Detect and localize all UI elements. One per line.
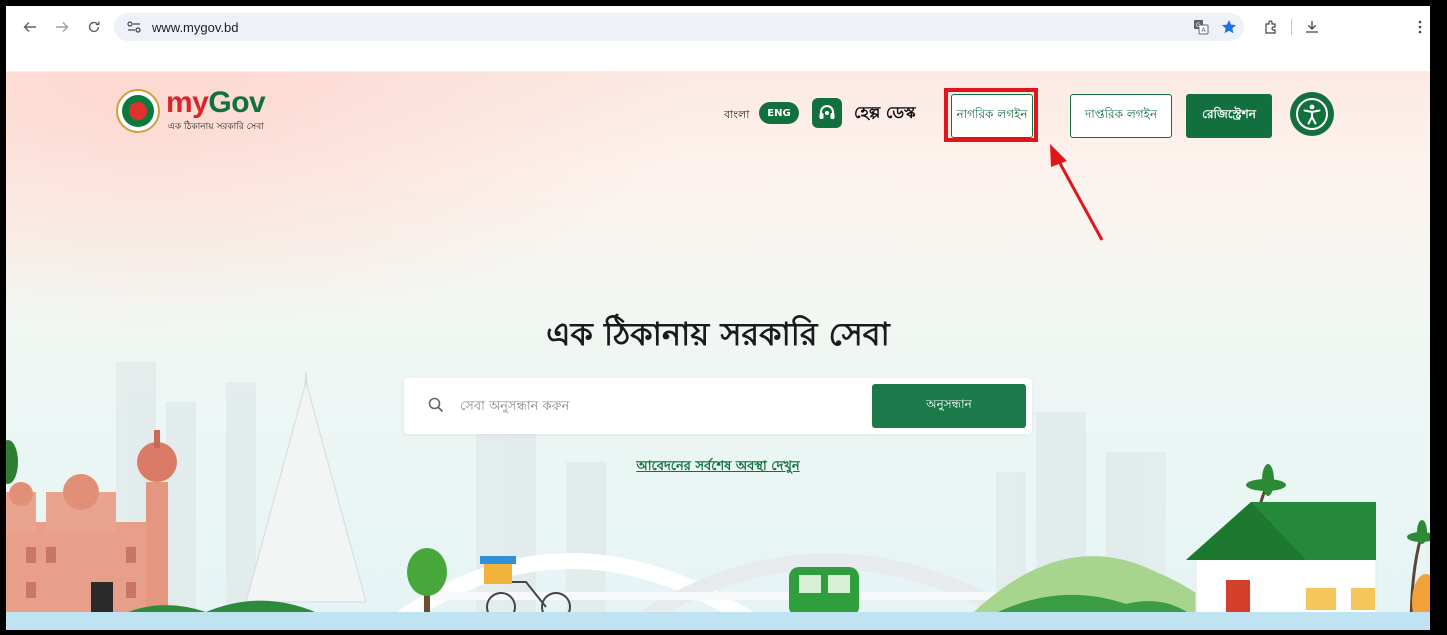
logo-wordmark: myGov bbox=[166, 86, 266, 119]
search-icon bbox=[428, 397, 446, 415]
extensions-icon[interactable] bbox=[1261, 15, 1281, 39]
annotation-highlight-box bbox=[944, 88, 1038, 142]
language-toggle[interactable]: বাংলা ENG bbox=[724, 102, 800, 124]
lang-bangla-label: বাংলা bbox=[724, 108, 750, 121]
address-bar[interactable]: www.mygov.bd bbox=[114, 13, 1244, 41]
government-seal-icon bbox=[116, 89, 160, 133]
toolbar-divider bbox=[1291, 19, 1292, 35]
help-desk-label: হেল্প ডেস্ক bbox=[854, 102, 916, 122]
bookmarks-spacer bbox=[6, 48, 1430, 72]
browser-toolbar: www.mygov.bd GA bbox=[6, 6, 1430, 48]
headset-icon bbox=[812, 98, 842, 128]
site-info-icon[interactable] bbox=[124, 21, 144, 33]
svg-text:G: G bbox=[1196, 22, 1201, 29]
browser-window: www.mygov.bd GA myGov এক ঠিকানায় সরকারি… bbox=[6, 6, 1430, 630]
office-login-button[interactable]: দাপ্তরিক লগইন bbox=[1070, 94, 1172, 138]
download-icon[interactable] bbox=[1302, 15, 1322, 39]
lang-english-label: ENG bbox=[759, 102, 799, 124]
reload-icon[interactable] bbox=[82, 15, 106, 39]
search-input[interactable] bbox=[460, 398, 850, 414]
translate-icon[interactable]: GA bbox=[1191, 15, 1211, 39]
star-icon[interactable] bbox=[1219, 15, 1239, 39]
forward-icon[interactable] bbox=[50, 15, 74, 39]
hero-title: এক ঠিকানায় সরকারি সেবা bbox=[546, 315, 890, 353]
mygov-homepage: myGov এক ঠিকানায় সরকারি সেবা বাংলা ENG … bbox=[6, 72, 1430, 630]
screenshot-frame: www.mygov.bd GA myGov এক ঠিকানায় সরকারি… bbox=[0, 0, 1447, 635]
help-desk-button[interactable]: হেল্প ডেস্ক bbox=[812, 98, 916, 128]
accessibility-icon[interactable] bbox=[1290, 92, 1334, 136]
search-button[interactable]: অনুসন্ধান bbox=[872, 384, 1026, 428]
mygov-logo[interactable]: myGov এক ঠিকানায় সরকারি সেবা bbox=[116, 86, 266, 134]
url-text: www.mygov.bd bbox=[152, 19, 239, 35]
application-status-link-text[interactable]: আবেদনের সর্বশেষ অবস্থা দেখুন bbox=[636, 459, 799, 474]
search-box: অনুসন্ধান bbox=[404, 378, 1032, 434]
menu-icon[interactable] bbox=[1410, 15, 1430, 39]
logo-tagline: এক ঠিকানায় সরকারি সেবা bbox=[168, 122, 264, 132]
back-icon[interactable] bbox=[18, 15, 42, 39]
application-status-link[interactable]: আবেদনের সর্বশেষ অবস্থা দেখুন bbox=[6, 457, 1430, 478]
registration-button[interactable]: রেজিস্ট্রেশন bbox=[1186, 94, 1272, 138]
